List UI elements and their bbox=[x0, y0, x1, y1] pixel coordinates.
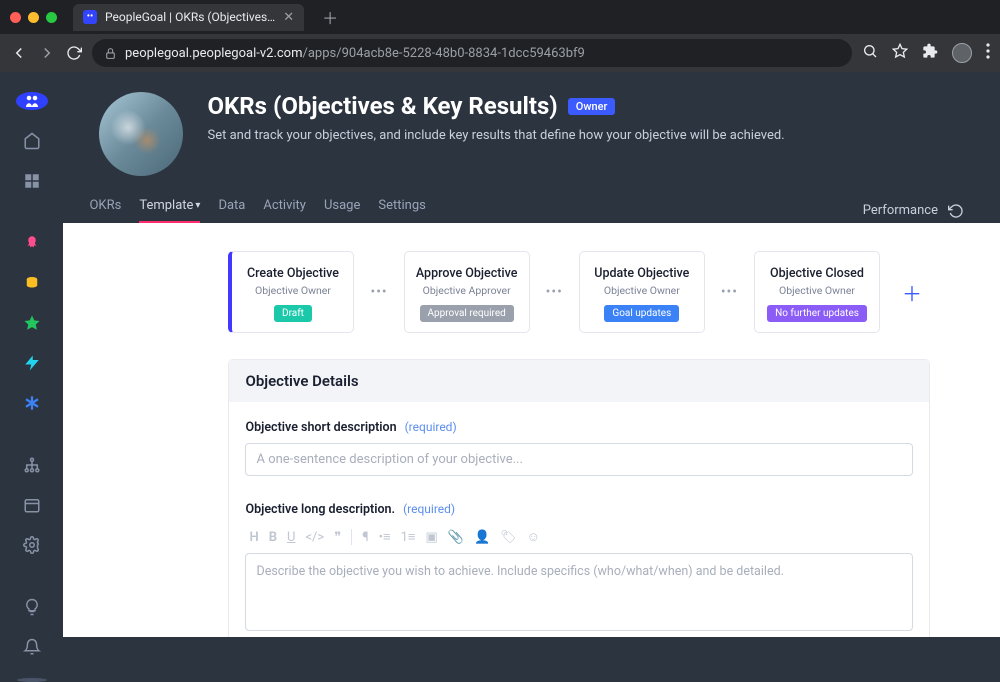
long-description-label: Objective long description. bbox=[245, 502, 395, 517]
url-text: peoplegoal.peoplegoal-v2.com/apps/904acb… bbox=[125, 46, 585, 61]
stage-card[interactable]: Objective Closed Objective Owner No furt… bbox=[754, 251, 880, 333]
emoji-button[interactable]: ☺ bbox=[527, 529, 540, 545]
reload-button[interactable] bbox=[66, 45, 82, 61]
new-tab-button[interactable]: ＋ bbox=[316, 3, 344, 31]
stage-more-icon[interactable]: ••• bbox=[368, 284, 389, 300]
zoom-icon[interactable] bbox=[862, 43, 878, 63]
octopus-icon[interactable] bbox=[22, 234, 42, 252]
page-title: OKRs (Objectives & Key Results) bbox=[207, 92, 557, 120]
image-button[interactable]: ▣ bbox=[425, 530, 437, 545]
stage-chip: Goal updates bbox=[604, 305, 679, 322]
bolt-icon[interactable] bbox=[22, 354, 42, 372]
bold-button[interactable]: B bbox=[269, 530, 277, 545]
stage-subtitle: Objective Approver bbox=[411, 284, 523, 297]
lock-icon bbox=[104, 47, 117, 60]
bookmark-star-icon[interactable] bbox=[892, 43, 908, 63]
app-header: OKRs (Objectives & Key Results) Owner Se… bbox=[63, 72, 1000, 176]
close-tab-icon[interactable]: ✕ bbox=[283, 10, 294, 25]
panel-title: Objective Details bbox=[229, 360, 929, 402]
owner-badge: Owner bbox=[568, 98, 616, 115]
stage-more-icon[interactable]: ••• bbox=[544, 284, 565, 300]
back-button[interactable] bbox=[10, 44, 28, 62]
add-stage-button[interactable]: ＋ bbox=[894, 274, 930, 311]
kebab-menu-icon[interactable] bbox=[986, 43, 990, 63]
tab-usage[interactable]: Usage bbox=[324, 198, 360, 223]
secondary-nav: OKRs Template▾ Data Activity Usage Setti… bbox=[63, 176, 1000, 223]
tag-button[interactable]: 🏷 bbox=[500, 530, 517, 545]
bullet-list-button[interactable]: •≡ bbox=[379, 529, 391, 545]
tab-activity[interactable]: Activity bbox=[263, 198, 306, 223]
lightbulb-icon[interactable] bbox=[22, 598, 42, 616]
user-avatar[interactable] bbox=[17, 678, 47, 682]
gear-icon[interactable] bbox=[22, 536, 42, 554]
toolbar-separator bbox=[351, 529, 352, 545]
stage-title: Update Objective bbox=[586, 266, 698, 281]
performance-link[interactable]: Performance bbox=[863, 203, 938, 218]
code-button[interactable]: </> bbox=[305, 530, 324, 545]
stage-card[interactable]: Create Objective Objective Owner Draft bbox=[228, 251, 354, 333]
tab-template-label: Template bbox=[139, 198, 193, 213]
stage-subtitle: Objective Owner bbox=[238, 284, 347, 297]
window-controls[interactable] bbox=[10, 12, 57, 23]
long-description-input[interactable]: Describe the objective you wish to achie… bbox=[245, 553, 913, 631]
calendar-icon[interactable] bbox=[22, 496, 42, 514]
paragraph-button[interactable]: ¶ bbox=[362, 530, 368, 545]
tab-data[interactable]: Data bbox=[218, 198, 245, 223]
browser-chrome: •• PeopleGoal | OKRs (Objectives… ✕ ＋ pe… bbox=[0, 0, 1000, 72]
undo-icon[interactable] bbox=[948, 203, 964, 219]
tab-title: PeopleGoal | OKRs (Objectives… bbox=[105, 10, 275, 24]
asterisk-icon[interactable] bbox=[22, 394, 42, 412]
stage-title: Create Objective bbox=[238, 266, 347, 281]
heading-button[interactable]: H bbox=[249, 530, 258, 545]
page-subtitle: Set and track your objectives, and inclu… bbox=[207, 128, 784, 143]
profile-avatar[interactable] bbox=[952, 43, 972, 63]
stage-title: Approve Objective bbox=[411, 266, 523, 281]
attachment-button[interactable]: 📎 bbox=[448, 530, 464, 545]
stage-chip: Approval required bbox=[420, 305, 514, 322]
required-marker: (required) bbox=[405, 420, 457, 434]
numbered-list-button[interactable]: 1≡ bbox=[401, 529, 416, 545]
short-description-label: Objective short description bbox=[245, 420, 396, 435]
stage-subtitle: Objective Owner bbox=[586, 284, 698, 297]
coins-icon[interactable] bbox=[22, 274, 42, 292]
left-rail bbox=[0, 72, 63, 637]
required-marker: (required) bbox=[403, 502, 455, 516]
bell-icon[interactable] bbox=[22, 638, 42, 656]
minimize-window[interactable] bbox=[28, 12, 39, 23]
stage-chip: Draft bbox=[274, 305, 312, 322]
rich-text-toolbar: H B U </> ❞ ¶ •≡ 1≡ ▣ 📎 👤 🏷 bbox=[245, 527, 913, 547]
workflow-stages: Create Objective Objective Owner Draft •… bbox=[228, 251, 930, 333]
close-window[interactable] bbox=[10, 12, 21, 23]
tab-settings[interactable]: Settings bbox=[378, 198, 425, 223]
stage-title: Objective Closed bbox=[761, 266, 873, 281]
tab-okrs[interactable]: OKRs bbox=[89, 198, 121, 223]
maximize-window[interactable] bbox=[46, 12, 57, 23]
objective-details-panel: Objective Details Objective short descri… bbox=[228, 359, 930, 637]
app-logo[interactable] bbox=[16, 92, 48, 110]
stage-card[interactable]: Update Objective Objective Owner Goal up… bbox=[579, 251, 705, 333]
stage-more-icon[interactable]: ••• bbox=[719, 284, 740, 300]
stage-subtitle: Objective Owner bbox=[761, 284, 873, 297]
short-description-input[interactable] bbox=[245, 443, 913, 476]
stage-chip: No further updates bbox=[767, 305, 867, 322]
chevron-down-icon: ▾ bbox=[195, 200, 200, 211]
content-area: Create Objective Objective Owner Draft •… bbox=[63, 223, 1000, 637]
star-icon[interactable] bbox=[22, 314, 42, 332]
extensions-icon[interactable] bbox=[922, 43, 938, 63]
org-chart-icon[interactable] bbox=[22, 456, 42, 474]
app-header-image bbox=[99, 92, 183, 176]
mention-button[interactable]: 👤 bbox=[474, 530, 490, 545]
home-icon[interactable] bbox=[22, 132, 42, 150]
address-bar[interactable]: peoplegoal.peoplegoal-v2.com/apps/904acb… bbox=[92, 39, 852, 67]
favicon: •• bbox=[83, 10, 97, 24]
forward-button[interactable] bbox=[38, 44, 56, 62]
dashboard-icon[interactable] bbox=[22, 172, 42, 190]
quote-button[interactable]: ❞ bbox=[334, 530, 341, 545]
stage-card[interactable]: Approve Objective Objective Approver App… bbox=[404, 251, 530, 333]
underline-button[interactable]: U bbox=[287, 530, 295, 545]
browser-tab[interactable]: •• PeopleGoal | OKRs (Objectives… ✕ bbox=[73, 4, 304, 31]
tab-template[interactable]: Template▾ bbox=[139, 198, 200, 223]
